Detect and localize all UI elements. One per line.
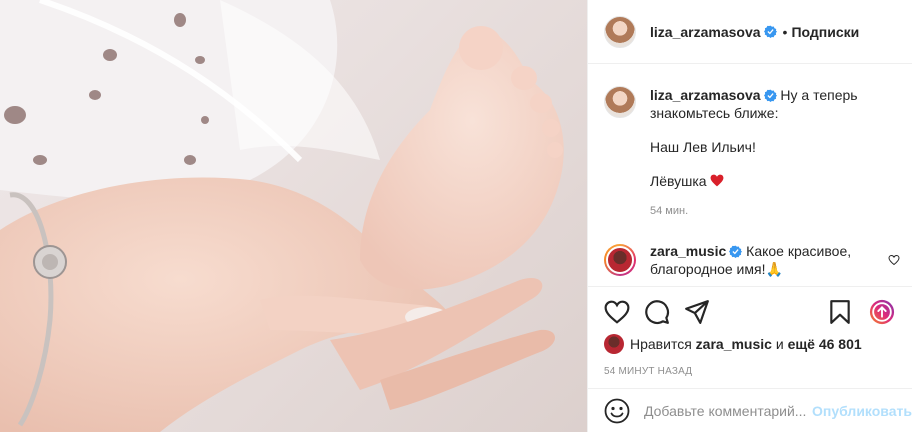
- caption-line-3: Лёвушка: [650, 173, 707, 189]
- likes-prefix: Нравится: [630, 336, 692, 352]
- comment-text: zara_music Какое красивое, благородное и…: [650, 242, 888, 278]
- bookmark-icon[interactable]: [827, 299, 853, 325]
- caption-line-2: Наш Лев Ильич!: [650, 139, 756, 155]
- add-comment-bar: Опубликовать: [588, 388, 912, 432]
- post-actions: [588, 286, 912, 338]
- verified-badge-icon: [763, 25, 777, 38]
- caption-text: liza_arzamasova Ну а теперь знакомьтесь …: [650, 86, 904, 220]
- commenter-avatar[interactable]: [604, 244, 636, 276]
- verified-badge-icon: [763, 89, 777, 102]
- caption-time[interactable]: 54 мин.: [650, 202, 904, 220]
- comment-like-heart-icon[interactable]: [888, 254, 900, 266]
- following-button[interactable]: Подписки: [791, 24, 859, 40]
- likes-middle: и: [775, 336, 784, 352]
- post-timestamp[interactable]: 54 МИНУТ НАЗАД: [604, 366, 692, 377]
- post-header: liza_arzamasova • Подписки: [588, 0, 912, 64]
- liker-avatar[interactable]: [604, 334, 624, 354]
- comment-icon[interactable]: [644, 299, 670, 325]
- post-photo[interactable]: [0, 0, 587, 432]
- post-side-panel: liza_arzamasova • Подписки liza_arzamaso…: [587, 0, 912, 432]
- likes-user[interactable]: zara_music: [696, 336, 772, 352]
- share-icon[interactable]: [684, 299, 710, 325]
- header-separator: •: [782, 23, 788, 40]
- emoji-icon[interactable]: [604, 398, 630, 424]
- comment-item: zara_music Какое красивое, благородное и…: [604, 242, 904, 278]
- instagram-post: liza_arzamasova • Подписки liza_arzamaso…: [0, 0, 912, 432]
- author-username[interactable]: liza_arzamasova: [650, 24, 761, 40]
- heart-icon[interactable]: [604, 299, 630, 325]
- baby-feet-photo: [0, 0, 564, 432]
- comments-section: liza_arzamasova Ну а теперь знакомьтесь …: [588, 64, 912, 286]
- caption-author-avatar[interactable]: [604, 86, 636, 118]
- red-heart-emoji-icon: [711, 174, 724, 187]
- commenter-username[interactable]: zara_music: [650, 243, 726, 259]
- likes-summary: Нравится zara_music и ещё 46 801: [604, 334, 862, 354]
- caption: liza_arzamasova Ну а теперь знакомьтесь …: [604, 86, 904, 220]
- comment-input[interactable]: [644, 402, 812, 419]
- likes-count[interactable]: ещё 46 801: [788, 336, 862, 352]
- promote-icon[interactable]: [869, 299, 895, 325]
- verified-badge-icon: [729, 245, 743, 258]
- caption-username[interactable]: liza_arzamasova: [650, 87, 761, 103]
- author-avatar[interactable]: [604, 15, 636, 48]
- publish-button[interactable]: Опубликовать: [812, 403, 912, 419]
